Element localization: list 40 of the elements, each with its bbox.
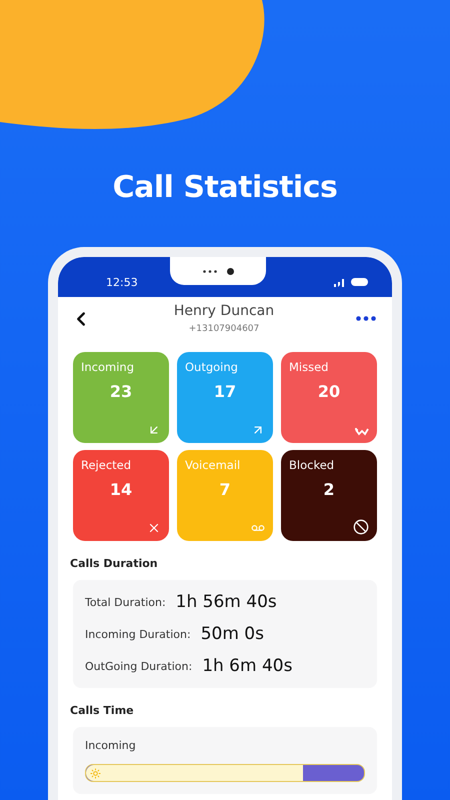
tile-count: 14 [110,480,132,499]
stat-tile[interactable]: Incoming 23 [73,352,169,443]
tile-label: Blocked [289,458,336,472]
duration-value: 50m 0s [200,624,264,644]
time-label: Incoming [85,739,137,752]
section-title: Calls Duration [69,557,159,570]
duration-label: Incoming Duration: [85,628,191,640]
headline: Call Statistics [112,170,338,205]
tile-count: 23 [110,382,132,401]
duration-value: 1h 56m 40s [176,592,277,612]
tile-label: Incoming [81,360,136,374]
status-time: 12:53 [106,276,138,288]
sun-icon [90,768,101,778]
stat-tile[interactable]: Missed 20 [281,352,377,443]
contact-phone: +13107904607 [188,324,260,334]
close-icon [147,521,161,535]
camera-icon [226,268,234,274]
more-icon[interactable] [356,316,376,321]
speaker-icon [202,270,216,272]
contact-name: Henry Duncan [174,303,274,319]
tile-count: 7 [219,480,231,499]
section-title: Calls Time [69,704,135,717]
tile-count: 17 [214,382,236,401]
missed-call-icon [355,427,369,437]
duration-label: Total Duration: [85,596,166,608]
tile-label: Voicemail [185,458,242,472]
stat-tile[interactable]: Blocked 2 [281,450,377,541]
stat-tile[interactable]: Rejected 14 [73,450,169,541]
tile-label: Outgoing [185,360,239,374]
battery-icon [351,278,368,286]
signal-icon [332,278,346,286]
block-icon [353,519,369,535]
stat-tile[interactable]: Voicemail 7 [177,450,273,541]
stat-tile[interactable]: Outgoing 17 [177,352,273,443]
tile-label: Missed [289,360,330,374]
tile-count: 2 [323,480,335,499]
duration-label: OutGoing Duration: [85,660,192,672]
tile-count: 20 [318,382,340,401]
duration-value: 1h 6m 40s [202,656,292,676]
tile-label: Rejected [81,458,132,472]
